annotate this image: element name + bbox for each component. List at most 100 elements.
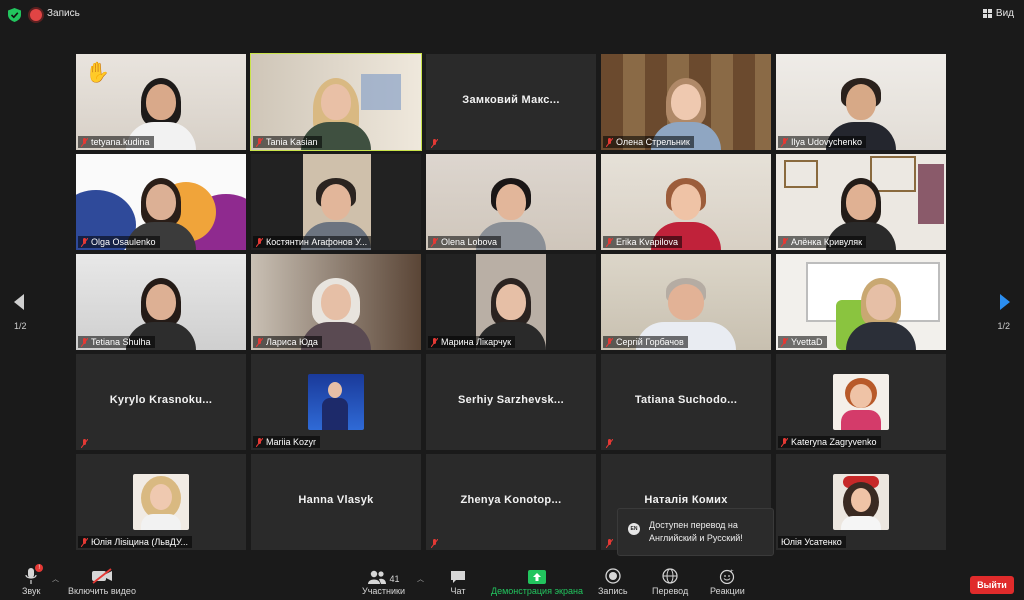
muted-mic-icon [256,337,263,347]
participant-tile[interactable]: Kyrylo Krasnoku... [76,354,246,450]
participant-tile[interactable]: Замковий Макс... [426,54,596,150]
next-page-arrow-icon[interactable] [1000,294,1010,310]
participants-button[interactable]: 41 Участники [362,566,405,596]
smiley-icon: + [719,566,735,584]
participant-tile[interactable]: Serhiy Sarzhevsk... [426,354,596,450]
participant-tile[interactable]: Костянтин Агафонов У... [251,154,421,250]
translation-notification[interactable]: EN Доступен перевод на Английский и Русс… [617,508,774,556]
participant-display-name: Hanna Vlasyk [298,494,374,506]
participant-video [846,276,917,350]
reactions-button[interactable]: + Реакции [710,566,745,596]
view-button[interactable]: Вид [982,8,1014,19]
participant-display-name: Zhenya Konotop... [460,494,562,506]
muted-mic-icon [431,237,438,247]
participant-tile[interactable]: Tatiana Suchodo... [601,354,771,450]
wall-picture [918,164,944,224]
participant-name-tag: Olena Lobova [428,236,502,248]
participant-avatar [833,474,889,530]
participant-name-tag: Kateryna Zagryvenko [778,436,881,448]
audio-warning-badge: ! [35,564,44,572]
participant-name-tag: Erika Kvapilova [603,236,683,248]
participant-name-tag: Tetiana Shulha [78,336,155,348]
muted-mic-icon [81,537,88,547]
muted-mic-icon [781,337,788,347]
muted-mic-icon [781,437,788,447]
muted-mic-icon [606,137,613,147]
meeting-top-bar: Запись Вид [0,0,1024,30]
participant-tile[interactable]: Лариса Юда [251,254,421,350]
share-screen-button[interactable]: Демонстрация экрана [491,566,583,596]
meeting-controls-toolbar: ! Звук ︿ Включить видео 41 Участники ︿ Ч… [0,562,1024,600]
microphone-icon: ! [25,564,44,584]
record-icon [605,566,621,584]
muted-mic-icon [431,139,438,148]
participant-name-tag [603,539,617,548]
muted-mic-icon [431,539,438,548]
record-button[interactable]: Запись [598,566,628,596]
muted-mic-icon [81,337,88,347]
participant-name-tag [428,539,442,548]
audio-button[interactable]: ! Звук [22,564,44,596]
muted-mic-icon [606,539,613,548]
participant-tile[interactable]: Олена Стрельник [601,54,771,150]
participant-display-name: Tatiana Suchodo... [634,394,738,406]
participant-name-tag: Mariia Kozyr [253,436,321,448]
translation-notification-text: Доступен перевод на Английский и Русский… [649,520,743,543]
participant-tile[interactable]: Юлія Ліsіцина (ЛьвДУ... [76,454,246,550]
participant-tile[interactable]: Zhenya Konotop... [426,454,596,550]
muted-mic-icon [256,237,263,247]
participant-name-tag: Лариса Юда [253,336,322,348]
muted-mic-icon [256,437,263,447]
participant-tile[interactable]: Olena Lobova [426,154,596,250]
recording-icon [30,9,42,21]
virtual-background-banner [82,158,152,174]
participant-display-name: Kyrylo Krasnoku... [109,394,213,406]
participant-tile[interactable]: Kateryna Zagryvenko [776,354,946,450]
leave-meeting-button[interactable]: Выйти [970,576,1014,594]
participant-tile[interactable]: Tetiana Shulha [76,254,246,350]
muted-mic-icon [81,137,88,147]
recording-label: Запись [47,8,80,19]
participant-tile-active-speaker[interactable]: Tania Kasian [250,53,422,151]
participant-tile[interactable]: Сергій Горбачов [601,254,771,350]
participant-tile[interactable]: Mariia Kozyr [251,354,421,450]
muted-mic-icon [81,237,88,247]
participant-name-tag: Olga Osaulenko [78,236,160,248]
participant-tile[interactable]: YvettaD [776,254,946,350]
page-indicator-right: 1/2 [997,321,1010,331]
chat-button[interactable]: Чат [450,566,466,596]
chat-icon [450,566,466,584]
participant-display-name: Serhiy Sarzhevsk... [458,394,564,406]
participant-tile[interactable]: Ilya Udovychenko [776,54,946,150]
audio-options-chevron-icon[interactable]: ︿ [52,574,59,584]
shield-icon[interactable] [8,8,21,22]
muted-mic-icon [606,439,613,448]
muted-mic-icon [606,337,613,347]
muted-mic-icon [256,137,263,147]
participant-tile[interactable]: Марина Лікарчук [426,254,596,350]
participant-name-tag: Юлія Усатенко [778,536,846,548]
interpretation-button[interactable]: Перевод [652,566,688,596]
participant-tile[interactable]: Olga Osaulenko [76,154,246,250]
participant-avatar [133,474,189,530]
previous-page-arrow-icon[interactable] [14,294,24,310]
participant-name-tag [603,439,617,448]
participants-options-chevron-icon[interactable]: ︿ [417,574,424,584]
participant-name-tag: Ilya Udovychenko [778,136,867,148]
wall-certificate [784,160,818,188]
grid-view-icon [982,9,992,18]
start-video-button[interactable]: Включить видео [68,566,136,596]
muted-mic-icon [781,137,788,147]
participant-avatar [833,374,889,430]
participant-tile[interactable]: Алёнка Кривуляк [776,154,946,250]
participant-tile[interactable]: Юлія Усатенко [776,454,946,550]
participant-name-tag: Марина Лікарчук [428,336,516,348]
participant-name-tag: Алёнка Кривуляк [778,236,867,248]
raised-hand-icon: ✋ [85,62,110,84]
participant-tile[interactable]: Hanna Vlasyk [251,454,421,550]
video-gallery: ✋ tetyana.kudina Tania Kasian Замковий М… [76,53,948,552]
participant-tile[interactable]: ✋ tetyana.kudina [76,54,246,150]
participant-name-tag: Костянтин Агафонов У... [253,236,372,248]
participant-display-name: Наталія Комих [644,494,728,506]
participant-tile[interactable]: Erika Kvapilova [601,154,771,250]
